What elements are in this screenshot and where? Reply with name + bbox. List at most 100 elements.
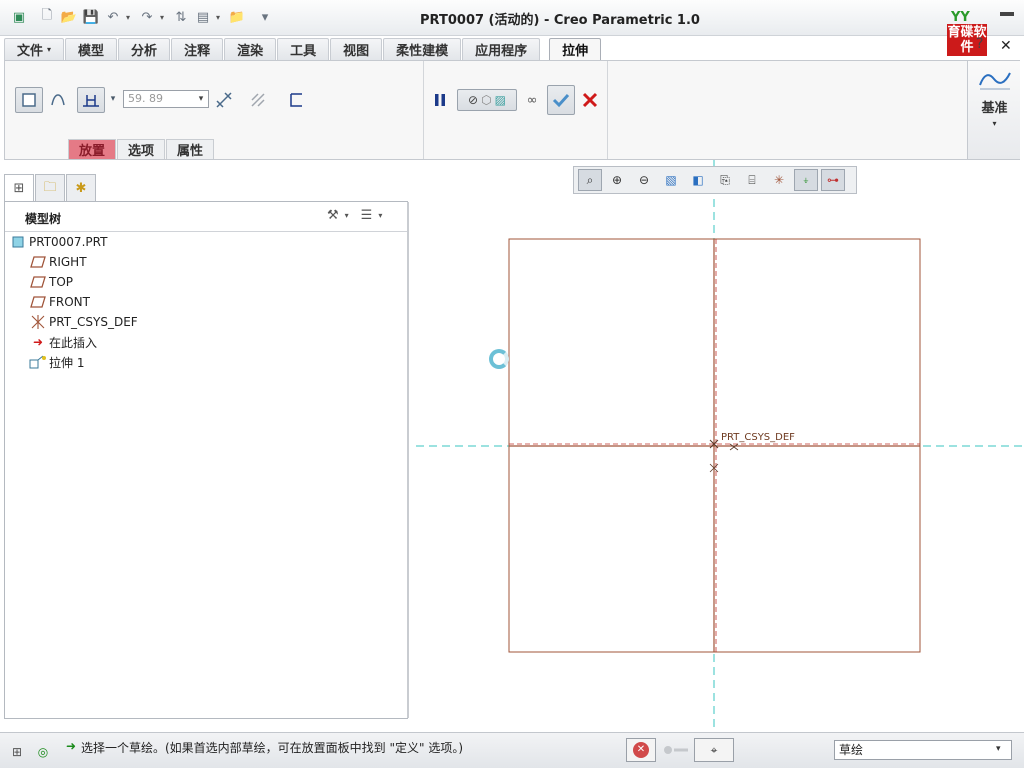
redo-icon[interactable]: ↷ (138, 8, 156, 26)
confirm-button[interactable] (547, 85, 575, 115)
depth-value-dropdown-icon[interactable]: ▾ (195, 91, 207, 107)
cancel-x-icon (582, 92, 598, 108)
display-style-icon[interactable]: ◧ (686, 169, 710, 191)
undo-icon[interactable]: ↶ (104, 8, 122, 26)
tab-properties[interactable]: 属性 (166, 139, 215, 159)
folder-icon[interactable]: 📁 (228, 8, 246, 26)
browser-toggle-icon[interactable]: ◎ (32, 742, 54, 762)
tree-item-label: 在此插入 (49, 335, 98, 350)
tree-settings-dropdown-icon[interactable]: ▾ (345, 211, 349, 220)
tree-show-dropdown-icon[interactable]: ▾ (378, 211, 382, 220)
check-geometry-icon[interactable]: ⬡ (481, 93, 491, 107)
graphics-canvas[interactable] (410, 160, 1024, 732)
model-tree-tab[interactable]: ⊞ (4, 174, 34, 202)
tab-view[interactable]: 视图 (330, 38, 383, 60)
navigator-splitter[interactable] (407, 202, 409, 718)
saved-views-icon[interactable]: ⎘ (713, 169, 737, 191)
glasses-icon[interactable]: ∞ (519, 87, 545, 113)
tab-applications[interactable]: 应用程序 (462, 38, 541, 60)
tree-item-label: PRT0007.PRT (29, 235, 108, 249)
thicken-button[interactable] (283, 87, 309, 113)
repaint-icon[interactable]: ▧ (659, 169, 683, 191)
csys-x-marker (729, 443, 739, 451)
tree-show-icon[interactable]: ☰ (361, 208, 373, 223)
tab-render[interactable]: 渲染 (224, 38, 277, 60)
tab-analysis[interactable]: 分析 (118, 38, 171, 60)
tab-options[interactable]: 选项 (117, 139, 166, 159)
favorites-tab[interactable]: ✱ (66, 174, 96, 202)
tree-item-insert-here[interactable]: ➜ 在此插入 (29, 332, 97, 352)
spin-center-icon[interactable]: ⍖ (794, 169, 818, 191)
regenerate-icon[interactable]: ⇅ (172, 8, 190, 26)
zoom-out-icon[interactable]: ⊖ (632, 169, 656, 191)
preview-options-group[interactable]: ⊘ ⬡ ▨ (457, 89, 517, 111)
remove-material-button[interactable] (245, 87, 271, 113)
app-icon[interactable]: ▣ (10, 8, 28, 26)
tree-item-top[interactable]: TOP (29, 272, 73, 292)
navigator-tabs: ⊞ 🗀 ✱ (4, 174, 97, 202)
tab-placement[interactable]: 放置 (68, 139, 117, 159)
minimize-button[interactable] (1000, 12, 1014, 16)
title-bar: ▣ 🗋 📂 💾 ↶ ▾ ↷ ▾ ⇅ ▤ ▾ 📁 ▾ PRT0007 (活动的) … (0, 0, 1024, 36)
selection-filter-select[interactable]: 草绘 (834, 740, 1012, 760)
customize-icon[interactable]: ▾ (256, 8, 274, 26)
datum-button[interactable]: 基准 ▾ (967, 61, 1020, 159)
datum-dropdown-icon[interactable]: ▾ (968, 119, 1021, 128)
refit-icon[interactable]: ⌕ (578, 169, 602, 191)
verify-icon[interactable]: ▨ (495, 93, 506, 107)
new-icon[interactable]: 🗋 (38, 8, 56, 26)
stop-icon: ✕ (633, 742, 649, 758)
tree-item-csys[interactable]: PRT_CSYS_DEF (29, 312, 138, 332)
tree-item-label: RIGHT (49, 255, 87, 269)
tab-annotate[interactable]: 注释 (171, 38, 224, 60)
tree-item-right[interactable]: RIGHT (29, 252, 87, 272)
thicken-icon (290, 93, 302, 107)
navigator-toggle-icon[interactable]: ⊞ (6, 742, 28, 762)
find-button[interactable]: ⌖ (694, 738, 734, 762)
model-tree-title: 模型树 (25, 212, 62, 226)
tree-settings-icon[interactable]: ⚒ (327, 208, 339, 223)
view-manager-icon[interactable]: ⌸ (740, 169, 764, 191)
depth-option-button[interactable] (77, 87, 105, 113)
redo-dropdown-icon[interactable]: ▾ (160, 13, 168, 22)
depth-dropdown-icon[interactable]: ▾ (107, 90, 119, 108)
flip-direction-button[interactable] (211, 87, 237, 113)
datum-plane-icon (29, 254, 47, 270)
status-message: 选择一个草绘。(如果首选内部草绘，可在放置面板中找到 "定义" 选项。) (81, 741, 464, 755)
tree-item-label: PRT_CSYS_DEF (49, 315, 138, 329)
datum-plane-icon (29, 274, 47, 290)
windows-icon[interactable]: ▤ (194, 8, 212, 26)
solid-icon (22, 93, 36, 107)
blind-depth-icon (83, 95, 99, 107)
extrude-dashboard: ▾ 59. 89 ▾ ⊘ ⬡ ▨ ∞ 放置 选项 属性 基准 ▾ (4, 60, 1020, 160)
datum-display-icon[interactable]: ✳ (767, 169, 791, 191)
annotation-display-icon[interactable]: ⊶ (821, 169, 845, 191)
pause-icon (435, 94, 445, 106)
no-preview-icon[interactable]: ⊘ (468, 93, 478, 107)
logo-leaf: YY (951, 10, 970, 25)
ribbon-separator (423, 61, 424, 159)
selection-filter-dropdown-icon[interactable]: ▾ (996, 744, 1001, 754)
tab-flexible-modeling[interactable]: 柔性建模 (383, 38, 462, 60)
zoom-in-icon[interactable]: ⊕ (605, 169, 629, 191)
surface-button[interactable] (45, 87, 71, 113)
windows-dropdown-icon[interactable]: ▾ (216, 13, 224, 22)
stop-regeneration-button[interactable]: ✕ (626, 738, 656, 762)
tab-file[interactable]: 文件 ▾ (4, 38, 65, 60)
folder-browser-tab[interactable]: 🗀 (35, 174, 65, 202)
model-tree-tools: ⚒ ▾ ☰ ▾ (327, 208, 388, 223)
folder-browser-icon: 🗀 (43, 179, 57, 195)
solid-button[interactable] (15, 87, 43, 113)
tree-item-part[interactable]: PRT0007.PRT (9, 232, 107, 252)
open-icon[interactable]: 📂 (60, 8, 78, 26)
cancel-button[interactable] (578, 87, 602, 113)
tree-item-front[interactable]: FRONT (29, 292, 90, 312)
save-icon[interactable]: 💾 (82, 8, 100, 26)
tab-extrude[interactable]: 拉伸 (549, 38, 602, 60)
tree-item-extrude[interactable]: 拉伸 1 (29, 352, 84, 372)
surface-icon (51, 94, 65, 106)
tab-model[interactable]: 模型 (65, 38, 118, 60)
undo-dropdown-icon[interactable]: ▾ (126, 13, 134, 22)
tab-tools[interactable]: 工具 (277, 38, 330, 60)
pause-button[interactable] (429, 87, 451, 113)
